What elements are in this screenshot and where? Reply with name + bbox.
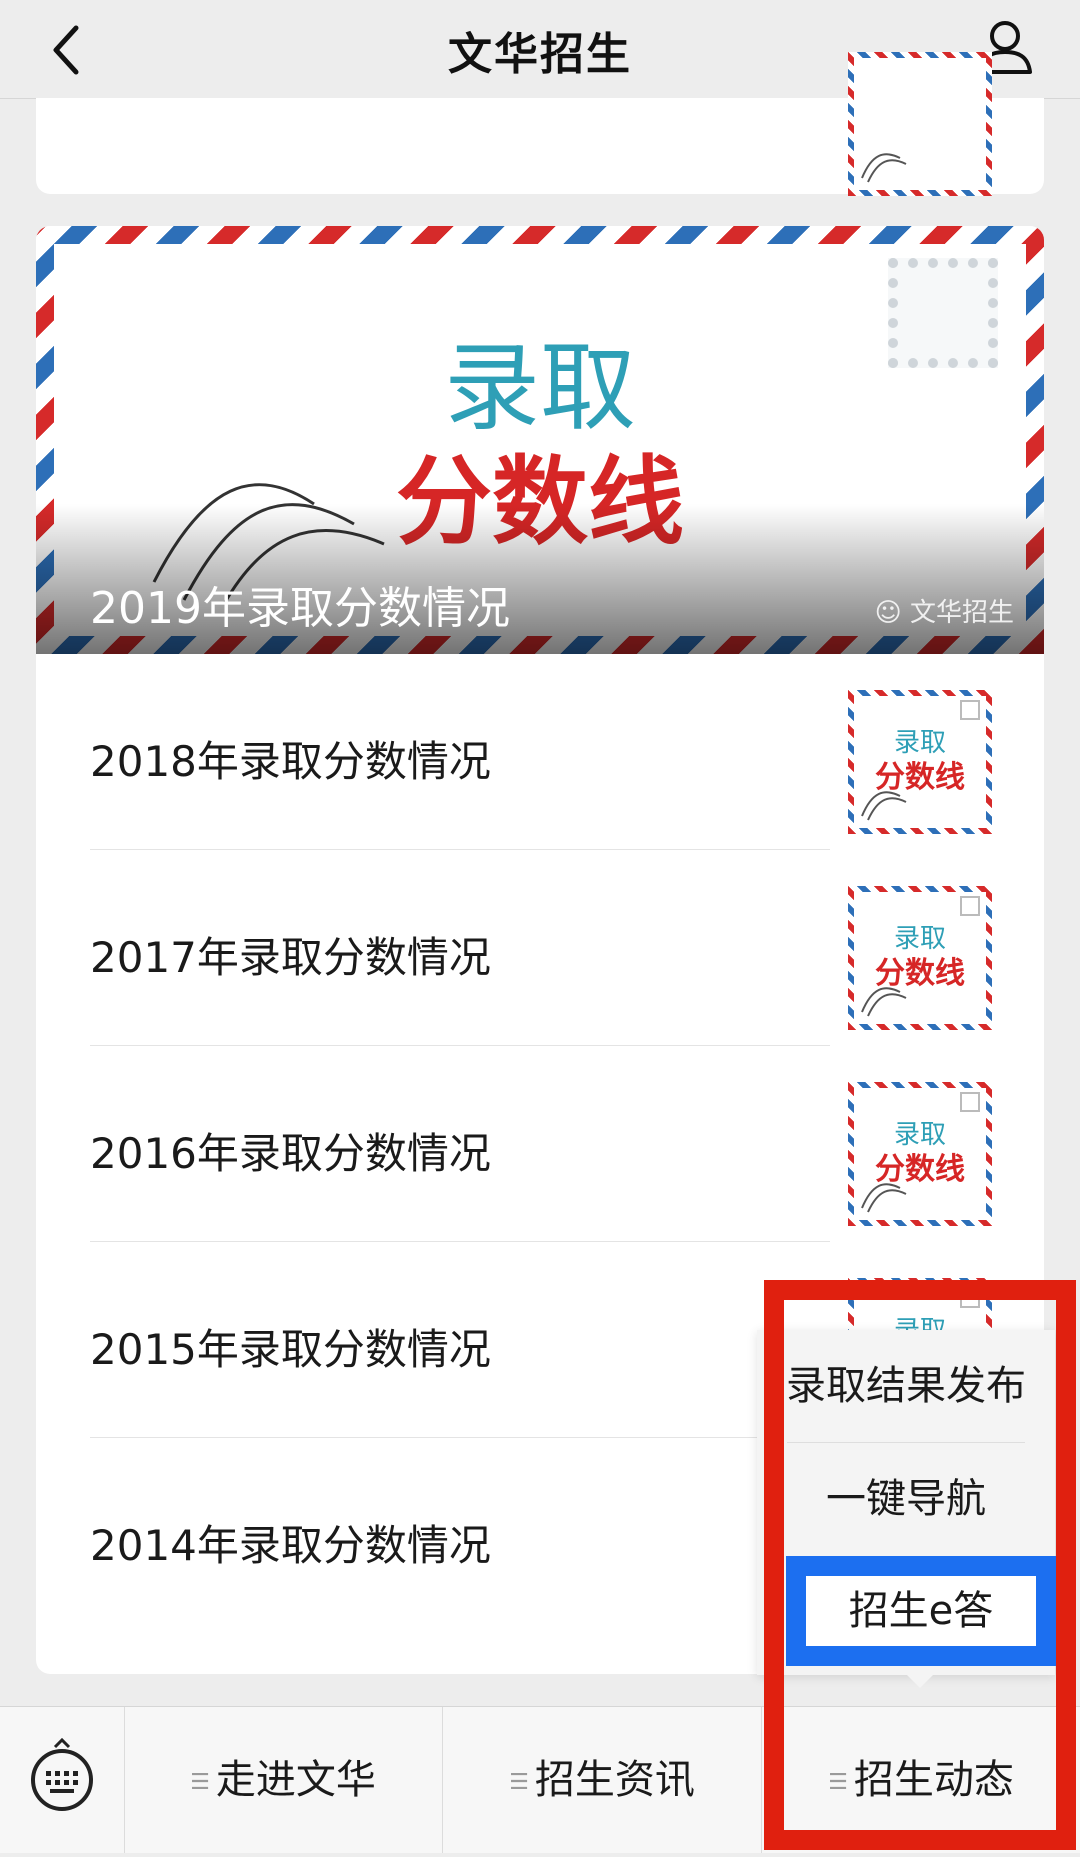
wave-decoration [861, 791, 907, 821]
featured-article-title: 2019年录取分数情况 [90, 583, 510, 634]
article-title: 2016年录取分数情况 [90, 1129, 491, 1178]
stamp-box-graphic [960, 1092, 980, 1112]
stamp-box-graphic [960, 896, 980, 916]
wechat-icon: ☺ [874, 598, 902, 628]
wechat-watermark: ☺ 文华招生 [875, 592, 1014, 629]
article-title: 2015年录取分数情况 [90, 1325, 491, 1374]
article-item[interactable]: 2017年录取分数情况 录取 分数线 [36, 850, 1044, 1046]
article-thumbnail [848, 52, 992, 196]
article-thumbnail: 录取 分数线 [848, 886, 992, 1030]
article-title: 2014年录取分数情况 [90, 1521, 491, 1570]
article-title: 2018年录取分数情况 [90, 737, 491, 786]
keyboard-toggle-button[interactable] [0, 1707, 125, 1853]
article-card-previous[interactable] [36, 52, 1044, 196]
featured-article[interactable]: 录取 分数线 2019年录取分数情况 ☺ 文华招生 [36, 226, 1044, 654]
menu-lines-icon: ☰ [190, 1770, 210, 1795]
menu-lines-icon: ☰ [509, 1770, 529, 1795]
article-title: 2017年录取分数情况 [90, 933, 491, 982]
menu-item-about[interactable]: ☰ 走进文华 [124, 1707, 443, 1853]
keyboard-icon [31, 1737, 93, 1811]
stamp-box-graphic [960, 700, 980, 720]
article-thumbnail: 录取 分数线 [848, 690, 992, 834]
watermark-text: 文华招生 [909, 598, 1014, 628]
menu-item-news[interactable]: ☰ 招生资讯 [443, 1707, 762, 1853]
article-item[interactable]: 2018年录取分数情况 录取 分数线 [36, 654, 1044, 850]
wave-decoration [861, 153, 907, 183]
article-item[interactable]: 2016年录取分数情况 录取 分数线 [36, 1046, 1044, 1242]
article-thumbnail: 录取 分数线 [848, 1082, 992, 1226]
wave-decoration [861, 987, 907, 1017]
wave-decoration [861, 1183, 907, 1213]
annotation-highlight-box [764, 1280, 1076, 1850]
menu-item-label: 招生资讯 [534, 1757, 695, 1803]
menu-item-label: 走进文华 [215, 1757, 376, 1803]
